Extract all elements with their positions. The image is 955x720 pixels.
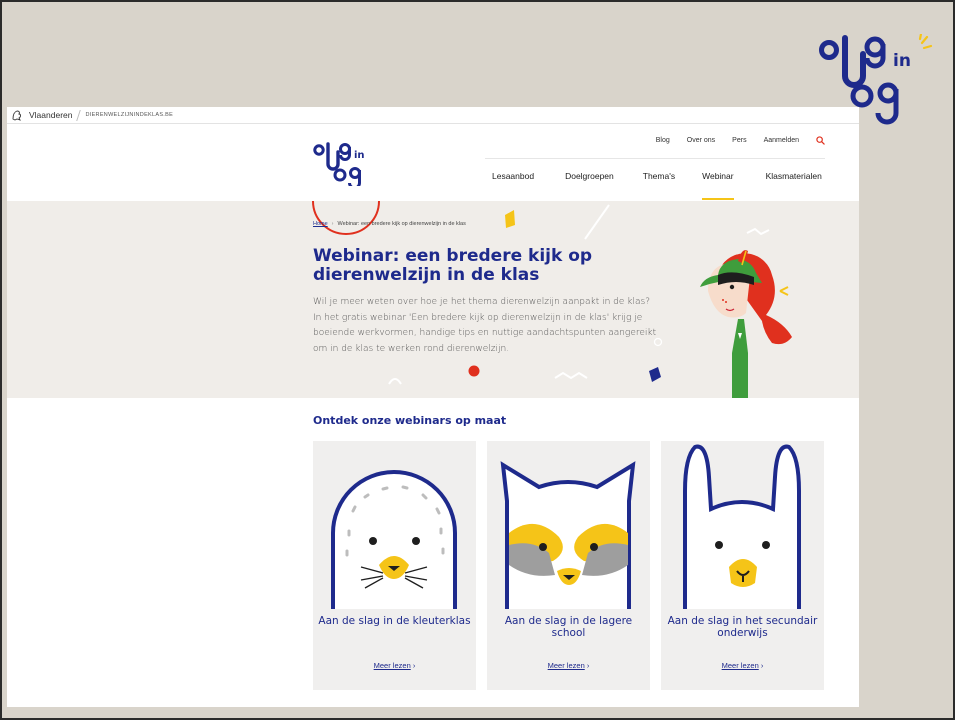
webinar-card-lagere-school[interactable]: Aan de slag in de lagere school Meer lez… — [487, 441, 650, 690]
util-nav-blog[interactable]: Blog — [656, 137, 670, 144]
hero-section: Home › Webinar: een bredere kijk op dieren… — [7, 201, 859, 398]
nav-item-themas[interactable]: Thema's — [643, 171, 675, 181]
page-title: Webinar: een bredere kijk op dierenwelzi… — [313, 246, 593, 285]
hero-intro-text: Wil je meer weten over hoe je het thema … — [313, 297, 657, 354]
seal-icon — [331, 470, 457, 609]
nav-item-webinar-label: Webinar — [702, 171, 734, 181]
card-title: Aan de slag in de lagere school — [504, 615, 633, 639]
site-domain[interactable]: DIERENWELZIJNINDEKLAS.BE — [85, 112, 173, 118]
breadcrumb-separator: › — [331, 221, 334, 227]
webinar-card-secundair[interactable]: Aan de slag in het secundair onderwijs M… — [661, 441, 824, 690]
breadcrumb: Home › Webinar: een bredere kijk op dieren… — [313, 221, 466, 227]
website-screenshot: Vlaanderen DIERENWELZIJNINDEKLAS.BE in B… — [7, 107, 859, 707]
util-nav-aanmelden[interactable]: Aanmelden — [764, 137, 799, 144]
card-read-more-link[interactable]: Meer lezen › — [661, 661, 824, 670]
chevron-right-icon: › — [760, 661, 764, 670]
webinars-section-title: Ontdek onze webinars op maat — [313, 414, 507, 427]
util-nav-over-ons[interactable]: Over ons — [687, 137, 715, 144]
girl-with-hat-illustration — [700, 250, 792, 398]
card-read-more-label: Meer lezen — [373, 661, 411, 670]
card-read-more-link[interactable]: Meer lezen › — [313, 661, 476, 670]
flemish-lion-icon — [12, 110, 21, 121]
site-header: in Blog Over ons Pers Aanmelden Lesaanbo… — [7, 124, 859, 201]
card-read-more-label: Meer lezen — [547, 661, 585, 670]
nav-item-doelgroepen[interactable]: Doelgroepen — [565, 171, 614, 181]
nav-item-klasmaterialen[interactable]: Klasmaterialen — [766, 171, 822, 181]
webinar-cards: Aan de slag in de kleuterklas Meer lezen… — [313, 441, 824, 690]
nav-item-lesaanbod[interactable]: Lesaanbod — [492, 171, 534, 181]
breadcrumb-home[interactable]: Home — [313, 221, 328, 227]
svg-text:in: in — [354, 150, 365, 161]
util-nav-pers[interactable]: Pers — [732, 137, 746, 144]
llama-icon — [683, 444, 801, 609]
government-bar: Vlaanderen DIERENWELZIJNINDEKLAS.BE — [7, 107, 859, 124]
card-read-more-link[interactable]: Meer lezen › — [487, 661, 650, 670]
chevron-right-icon: › — [586, 661, 590, 670]
government-bar-separator — [76, 109, 82, 121]
breadcrumb-current: Webinar: een bredere kijk op dierenwelzi… — [337, 221, 466, 227]
chevron-right-icon: › — [412, 661, 416, 670]
raccoon-icon — [500, 461, 636, 609]
card-title: Aan de slag in de kleuterklas — [318, 615, 471, 627]
svg-text:in: in — [893, 51, 911, 71]
card-read-more-label: Meer lezen — [721, 661, 759, 670]
nav-active-indicator — [702, 198, 734, 200]
webinar-card-kleuterklas[interactable]: Aan de slag in de kleuterklas Meer lezen… — [313, 441, 476, 690]
main-nav: Lesaanbod Doelgroepen Thema's Webinar Kl… — [492, 171, 822, 200]
nav-item-webinar[interactable]: Webinar — [702, 171, 734, 200]
site-logo[interactable]: in — [312, 141, 387, 186]
card-title: Aan de slag in het secundair onderwijs — [667, 615, 818, 639]
government-name[interactable]: Vlaanderen — [29, 110, 72, 120]
utility-nav: Blog Over ons Pers Aanmelden — [656, 136, 825, 145]
search-icon[interactable] — [816, 136, 825, 145]
header-divider — [485, 158, 825, 159]
